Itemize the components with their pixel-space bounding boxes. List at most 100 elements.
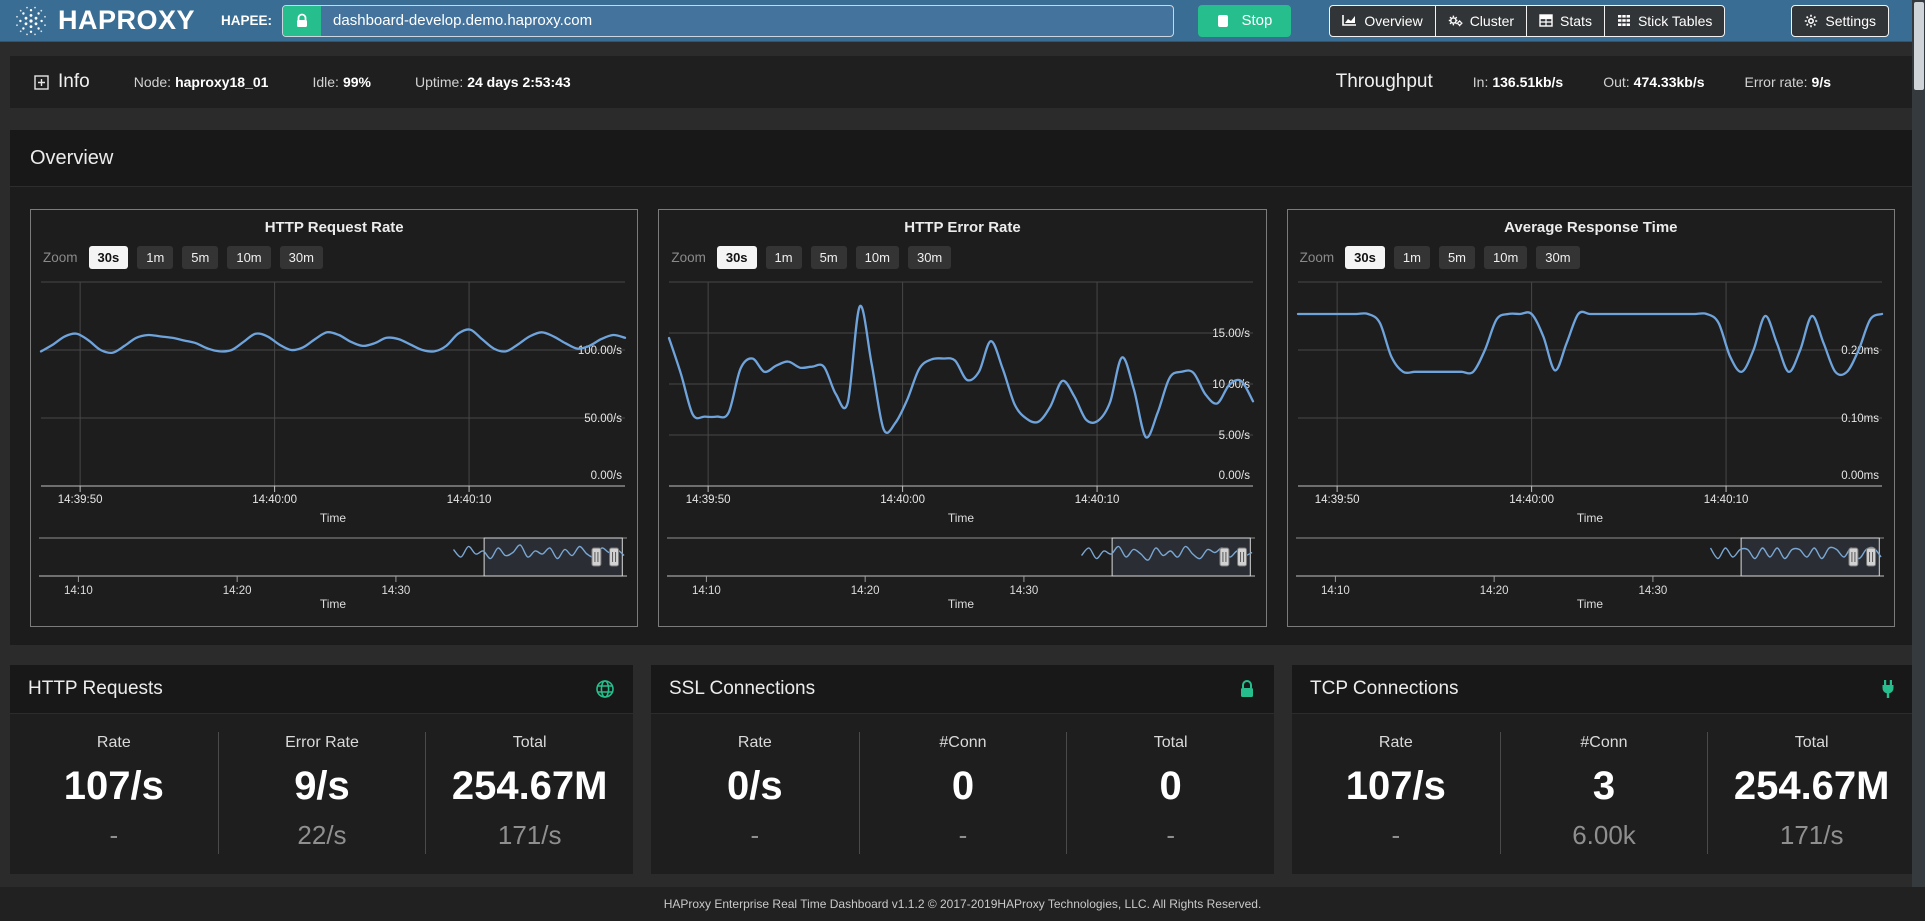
zoom-option-30s[interactable]: 30s bbox=[717, 246, 757, 269]
ssl-lock-icon bbox=[283, 6, 321, 36]
zoom-option-30m[interactable]: 30m bbox=[908, 246, 951, 269]
svg-text:14:30: 14:30 bbox=[1010, 585, 1039, 597]
page-scrollbar[interactable] bbox=[1912, 0, 1925, 921]
ssl-connections-card: SSL Connections Rate 0/s - #Conn 0 - Tot… bbox=[651, 665, 1274, 874]
zoom-option-5m[interactable]: 5m bbox=[182, 246, 218, 269]
stat-conn: #Conn 3 6.00k bbox=[1500, 732, 1708, 854]
throughput-out: Out:474.33kb/s bbox=[1603, 74, 1704, 90]
stat-error-rate: Error Rate 9/s 22/s bbox=[218, 732, 426, 854]
brand-name: HAPROXY bbox=[58, 5, 195, 36]
footer: HAProxy Enterprise Real Time Dashboard v… bbox=[0, 887, 1925, 921]
stat-rate: Rate 107/s - bbox=[1292, 732, 1500, 854]
haproxy-logo-icon bbox=[14, 4, 48, 38]
zoom-option-30m[interactable]: 30m bbox=[280, 246, 323, 269]
chart-title: HTTP Request Rate bbox=[39, 216, 629, 240]
zoom-controls: Zoom 30s 1m 5m 10m 30m bbox=[671, 242, 1257, 272]
stat-rate: Rate 0/s - bbox=[651, 732, 859, 854]
uptime-field: Uptime:24 days 2:53:43 bbox=[415, 74, 571, 90]
svg-text:Time: Time bbox=[1577, 511, 1604, 525]
chart-title: HTTP Error Rate bbox=[667, 216, 1257, 240]
gears-icon bbox=[1448, 14, 1463, 27]
svg-text:14:10: 14:10 bbox=[692, 585, 721, 597]
http-request-rate-chart[interactable]: 100.00/s50.00/s0.00/s14:39:5014:40:0014:… bbox=[39, 274, 627, 526]
http-error-rate-chart[interactable]: 15.00/s10.00/s5.00/s0.00/s14:39:5014:40:… bbox=[667, 274, 1255, 526]
http-request-rate-navigator[interactable]: 14:1014:2014:30Time bbox=[39, 536, 627, 612]
lock-icon bbox=[1238, 679, 1256, 699]
zoom-label: Zoom bbox=[671, 250, 706, 265]
zoom-option-30s[interactable]: 30s bbox=[1345, 246, 1385, 269]
svg-text:14:39:50: 14:39:50 bbox=[686, 494, 731, 506]
zoom-option-10m[interactable]: 10m bbox=[856, 246, 899, 269]
overview-header: Overview bbox=[10, 130, 1915, 187]
address-bar[interactable]: dashboard-develop.demo.haproxy.com bbox=[282, 5, 1174, 37]
card-title: TCP Connections bbox=[1310, 678, 1459, 700]
info-bar: Info Node:haproxy18_01 Idle:99% Uptime:2… bbox=[10, 56, 1915, 108]
svg-text:14:40:10: 14:40:10 bbox=[1703, 494, 1748, 506]
card-title: HTTP Requests bbox=[28, 678, 163, 700]
zoom-option-10m[interactable]: 10m bbox=[227, 246, 270, 269]
zoom-label: Zoom bbox=[43, 250, 78, 265]
info-toggle[interactable]: Info bbox=[34, 71, 90, 93]
stat-total: Total 0 - bbox=[1066, 732, 1274, 854]
svg-text:5.00/s: 5.00/s bbox=[1219, 430, 1251, 442]
average-response-time-panel: Average Response Time Zoom 30s 1m 5m 10m… bbox=[1287, 209, 1895, 627]
svg-text:14:30: 14:30 bbox=[1638, 585, 1667, 597]
throughput-error-rate: Error rate:9/s bbox=[1745, 74, 1831, 90]
area-chart-icon bbox=[1342, 14, 1357, 27]
overview-section-title: Overview bbox=[30, 147, 113, 170]
svg-text:14:40:10: 14:40:10 bbox=[1075, 494, 1120, 506]
scrollbar-thumb[interactable] bbox=[1914, 2, 1924, 90]
svg-text:14:10: 14:10 bbox=[64, 585, 93, 597]
throughput-title: Throughput bbox=[1336, 71, 1433, 93]
stats-button[interactable]: Stats bbox=[1526, 5, 1605, 37]
zoom-option-5m[interactable]: 5m bbox=[1439, 246, 1475, 269]
zoom-option-30s[interactable]: 30s bbox=[89, 246, 129, 269]
globe-icon bbox=[595, 679, 615, 699]
stat-total: Total 254.67M 171/s bbox=[425, 732, 633, 854]
http-requests-card: HTTP Requests Rate 107/s - Error Rate 9/… bbox=[10, 665, 633, 874]
svg-text:14:40:00: 14:40:00 bbox=[1509, 494, 1554, 506]
gear-icon bbox=[1804, 14, 1818, 28]
tcp-connections-card: TCP Connections Rate 107/s - #Conn 3 6.0… bbox=[1292, 665, 1915, 874]
address-url[interactable]: dashboard-develop.demo.haproxy.com bbox=[321, 6, 604, 36]
node-field: Node:haproxy18_01 bbox=[134, 74, 269, 90]
settings-button[interactable]: Settings bbox=[1791, 5, 1889, 37]
card-header: TCP Connections bbox=[1292, 665, 1915, 714]
zoom-label: Zoom bbox=[1300, 250, 1335, 265]
zoom-option-30m[interactable]: 30m bbox=[1536, 246, 1579, 269]
card-header: HTTP Requests bbox=[10, 665, 633, 714]
zoom-option-10m[interactable]: 10m bbox=[1484, 246, 1527, 269]
chart-title: Average Response Time bbox=[1296, 216, 1886, 240]
average-response-time-chart[interactable]: 0.20ms0.10ms0.00ms14:39:5014:40:0014:40:… bbox=[1296, 274, 1884, 526]
svg-text:Time: Time bbox=[948, 597, 975, 611]
overview-button[interactable]: Overview bbox=[1329, 5, 1435, 37]
svg-text:14:40:10: 14:40:10 bbox=[447, 494, 492, 506]
zoom-option-1m[interactable]: 1m bbox=[766, 246, 802, 269]
stop-button[interactable]: Stop bbox=[1198, 5, 1291, 37]
average-response-time-navigator[interactable]: 14:1014:2014:30Time bbox=[1296, 536, 1884, 612]
stat-total: Total 254.67M 171/s bbox=[1707, 732, 1915, 854]
zoom-controls: Zoom 30s 1m 5m 10m 30m bbox=[43, 242, 629, 272]
zoom-option-1m[interactable]: 1m bbox=[1394, 246, 1430, 269]
zoom-controls: Zoom 30s 1m 5m 10m 30m bbox=[1300, 242, 1886, 272]
http-error-rate-navigator[interactable]: 14:1014:2014:30Time bbox=[667, 536, 1255, 612]
card-header: SSL Connections bbox=[651, 665, 1274, 714]
svg-text:14:40:00: 14:40:00 bbox=[881, 494, 926, 506]
table-icon bbox=[1539, 14, 1553, 27]
svg-text:0.00/s: 0.00/s bbox=[591, 470, 623, 482]
svg-text:14:10: 14:10 bbox=[1321, 585, 1350, 597]
stick-tables-button[interactable]: Stick Tables bbox=[1604, 5, 1725, 37]
svg-text:Time: Time bbox=[948, 511, 975, 525]
svg-text:14:40:00: 14:40:00 bbox=[252, 494, 297, 506]
cluster-button[interactable]: Cluster bbox=[1435, 5, 1527, 37]
svg-text:14:20: 14:20 bbox=[223, 585, 252, 597]
top-navbar: HAPROXY HAPEE: dashboard-develop.demo.ha… bbox=[0, 0, 1925, 42]
http-request-rate-panel: HTTP Request Rate Zoom 30s 1m 5m 10m 30m… bbox=[30, 209, 638, 627]
footer-text: HAProxy Enterprise Real Time Dashboard v… bbox=[664, 897, 1262, 911]
svg-text:Time: Time bbox=[320, 597, 347, 611]
stat-rate: Rate 107/s - bbox=[10, 732, 218, 854]
zoom-option-5m[interactable]: 5m bbox=[811, 246, 847, 269]
throughput-section: Throughput In:136.51kb/s Out:474.33kb/s … bbox=[1336, 71, 1891, 93]
expand-icon bbox=[34, 75, 49, 90]
zoom-option-1m[interactable]: 1m bbox=[137, 246, 173, 269]
